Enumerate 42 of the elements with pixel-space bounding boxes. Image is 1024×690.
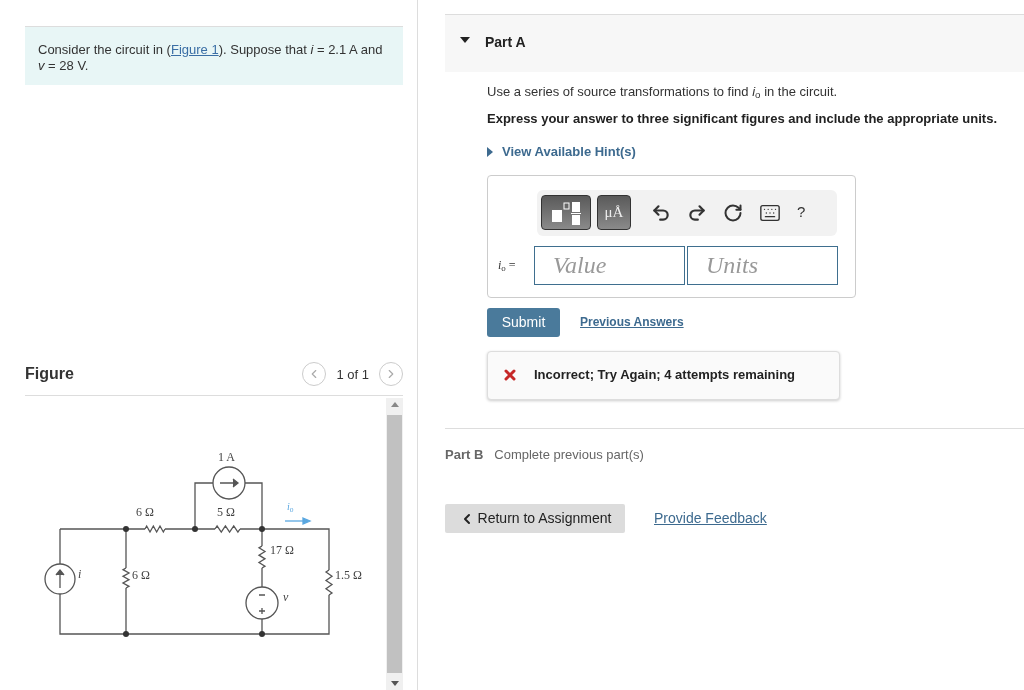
return-button[interactable]: Return to Assignment xyxy=(445,504,625,533)
figure-link[interactable]: Figure 1 xyxy=(170,42,219,57)
templates-button[interactable] xyxy=(541,195,591,230)
variable-label: i$_{o}$ = xyxy=(498,257,517,274)
circuit-label: v xyxy=(283,591,289,603)
undo-icon[interactable] xyxy=(651,202,671,223)
scroll-down-icon[interactable] xyxy=(390,681,399,686)
scroll-up-icon[interactable] xyxy=(390,402,399,407)
circuit-label: 1.5 Ω xyxy=(335,569,362,581)
scroll-thumb[interactable] xyxy=(387,415,402,673)
units-button[interactable]: μÅ xyxy=(597,195,631,230)
part-b-title: Part B xyxy=(445,445,484,464)
collapse-caret-icon[interactable] xyxy=(460,35,470,45)
help-button[interactable]: ? xyxy=(797,201,806,224)
instruction-text: Use a series of source transformations to find i$_{o}$ in the circuit. xyxy=(487,84,839,100)
part-b-status: Complete previous part(s) xyxy=(494,445,644,464)
templates-icon xyxy=(549,199,583,226)
figure-title: Figure xyxy=(25,364,74,385)
reset-icon[interactable] xyxy=(723,202,743,223)
part-header[interactable]: Part A xyxy=(445,14,1024,72)
circuit-label: 5 Ω xyxy=(217,506,235,518)
circuit-label: i xyxy=(78,568,82,580)
feedback-link[interactable]: Provide Feedback xyxy=(654,508,767,529)
part-title: Part A xyxy=(485,33,526,52)
page-counter: 1 of 1 xyxy=(336,365,369,384)
feedback-text: Incorrect; Try Again; 4 attempts remaining xyxy=(534,366,796,385)
value-field[interactable]: Value xyxy=(534,245,685,285)
units-field[interactable]: Units xyxy=(687,245,838,285)
circuit-label: 6 Ω xyxy=(132,569,150,581)
problem-text: Consider the circuit in (Figure 1). Suppose that i = 2.1 A and v = 28 V. xyxy=(38,42,384,74)
circuit-label: 17 Ω xyxy=(270,544,294,556)
circuit-label: 6 Ω xyxy=(136,506,154,518)
redo-icon[interactable] xyxy=(687,202,707,223)
submit-button[interactable]: Submit xyxy=(487,307,560,337)
caret-icon xyxy=(487,146,493,157)
hints-toggle[interactable]: View Available Hint(s) xyxy=(487,142,636,162)
previous-answers-link[interactable]: Previous Answers xyxy=(580,313,684,331)
circuit-label: i$_{o}$ xyxy=(287,502,294,512)
instruction-emphasis: Express your answer to three significant figures and include the appropriate units. xyxy=(487,111,998,127)
scrollbar[interactable] xyxy=(386,398,403,690)
close-icon xyxy=(502,367,518,383)
circuit-label: 1 A xyxy=(218,451,235,463)
